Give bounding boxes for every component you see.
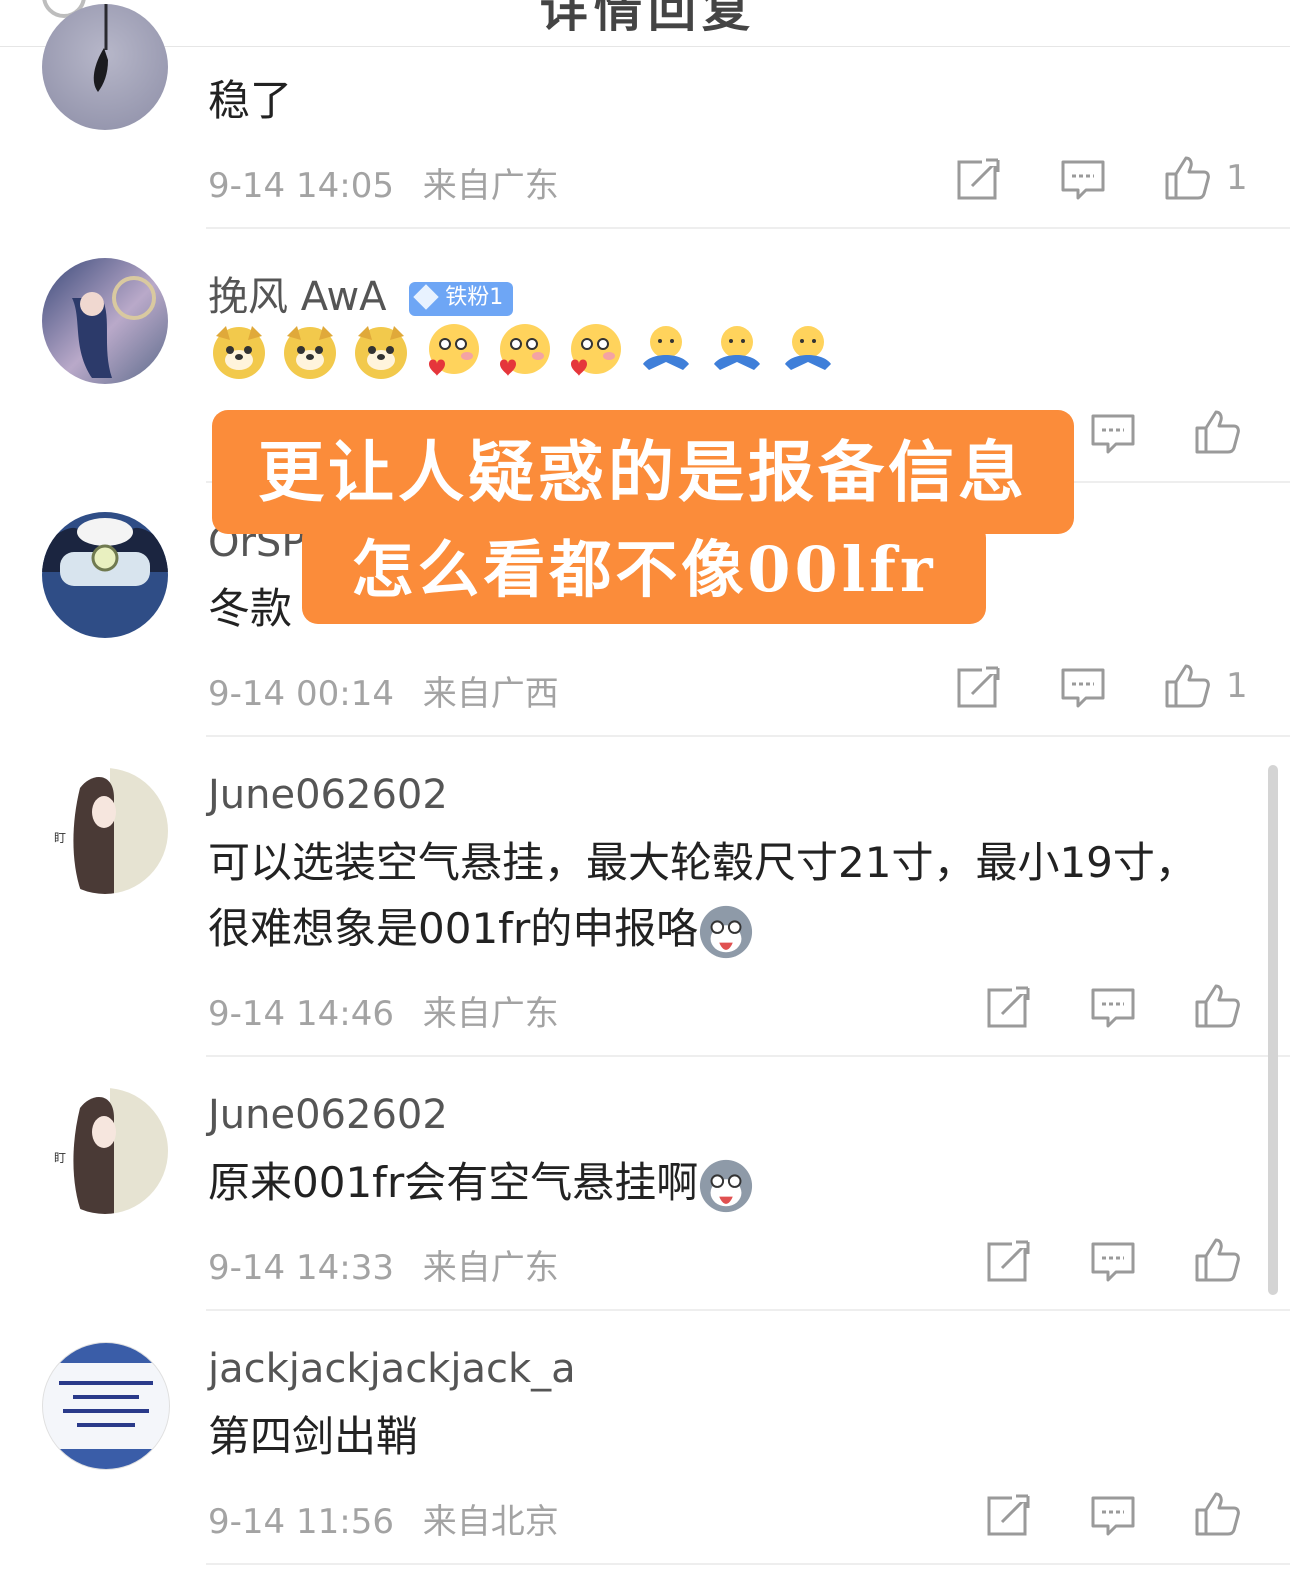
more-icon[interactable]: ⋯ bbox=[1204, 0, 1244, 18]
like-icon[interactable] bbox=[1164, 662, 1210, 708]
comment-location: 来自广东 bbox=[422, 166, 559, 206]
fan-badge: 铁粉1 bbox=[409, 282, 514, 316]
avatar-image bbox=[43, 1343, 169, 1469]
comment-icon[interactable] bbox=[1090, 984, 1136, 1030]
share-icon[interactable] bbox=[986, 1492, 1032, 1538]
comment-icon[interactable] bbox=[1090, 1492, 1136, 1538]
comment-text: 稳了 bbox=[208, 76, 293, 125]
comment-meta: 9-14 14:33 来自广东 bbox=[208, 1240, 559, 1289]
comment-text: 可以选装空气悬挂，最大轮毂尺寸21寸，最小19寸，很难想象是001fr的申报咯 bbox=[208, 830, 1218, 962]
comment-date: 9-14 14:46 bbox=[208, 994, 394, 1034]
caption-overlay-line2: 怎么看都不像00lfr bbox=[302, 522, 986, 624]
user-name[interactable]: jackjackjackjack_a bbox=[208, 1346, 576, 1392]
comment-icon[interactable] bbox=[1090, 410, 1136, 456]
comment-date: 9-14 00:14 bbox=[208, 674, 394, 714]
comment-meta: 9-14 11:56 来自北京 bbox=[208, 1494, 559, 1543]
avatar-image bbox=[93, 4, 108, 92]
like-icon[interactable] bbox=[1194, 982, 1240, 1028]
user-name[interactable]: June062602 bbox=[208, 1092, 448, 1138]
like-count: 1 bbox=[1226, 666, 1248, 706]
like-icon[interactable] bbox=[1194, 1490, 1240, 1536]
avatar[interactable] bbox=[42, 512, 168, 638]
avatar[interactable]: 盯 bbox=[42, 1088, 168, 1214]
share-icon[interactable] bbox=[956, 156, 1002, 202]
share-icon[interactable] bbox=[986, 1238, 1032, 1284]
like-icon[interactable] bbox=[1164, 154, 1210, 200]
like-count: 1 bbox=[1226, 158, 1248, 198]
hug-emoji-icon bbox=[784, 326, 831, 370]
comment-location: 来自广东 bbox=[422, 994, 559, 1034]
svg-text:盯: 盯 bbox=[54, 1151, 66, 1165]
svg-text:盯: 盯 bbox=[54, 831, 66, 845]
comment-location: 来自北京 bbox=[422, 1502, 559, 1542]
avatar-image: 盯 bbox=[54, 1088, 168, 1214]
comment-icon[interactable] bbox=[1090, 1238, 1136, 1284]
hug-emoji-icon bbox=[713, 326, 760, 370]
comment-meta: 9-14 14:46 来自广东 bbox=[208, 986, 559, 1035]
avatar[interactable] bbox=[42, 4, 168, 130]
divider bbox=[206, 1309, 1290, 1311]
doge-emoji-icon bbox=[213, 326, 265, 379]
share-icon[interactable] bbox=[956, 664, 1002, 710]
fan-badge-text: 铁粉1 bbox=[445, 285, 504, 310]
user-name-text: 挽风 AwA bbox=[208, 274, 387, 320]
doge-emoji-icon bbox=[355, 326, 408, 379]
comment-text: 第四剑出鞘 bbox=[208, 1412, 419, 1461]
avatar-image bbox=[42, 518, 168, 586]
comment-location: 来自广东 bbox=[422, 1248, 559, 1288]
page-title: 详情回复 bbox=[540, 0, 757, 38]
avatar[interactable] bbox=[42, 1342, 170, 1470]
diamond-icon bbox=[413, 284, 439, 310]
comment-text-content: 原来001fr会有空气悬挂啊 bbox=[208, 1158, 699, 1207]
emoji-row bbox=[210, 322, 845, 380]
blush-heart-emoji-icon bbox=[571, 324, 622, 376]
comment-meta: 9-14 14:05 来自广东 bbox=[208, 158, 559, 207]
comment-meta: 9-14 00:14 来自广西 bbox=[208, 666, 559, 715]
avatar[interactable] bbox=[42, 258, 168, 384]
like-icon[interactable] bbox=[1194, 408, 1240, 454]
comment-location: 来自广西 bbox=[422, 674, 559, 714]
blush-heart-emoji-icon bbox=[500, 324, 551, 376]
comment-icon[interactable] bbox=[1060, 156, 1106, 202]
husky-emoji-icon bbox=[700, 905, 753, 958]
scrollbar[interactable] bbox=[1268, 765, 1278, 1295]
share-icon[interactable] bbox=[986, 984, 1032, 1030]
comment-date: 9-14 14:33 bbox=[208, 1248, 394, 1288]
hug-emoji-icon bbox=[642, 326, 689, 370]
comment-text: 原来001fr会有空气悬挂啊 bbox=[208, 1150, 1208, 1216]
doge-emoji-icon bbox=[284, 326, 337, 379]
divider bbox=[206, 227, 1290, 229]
divider bbox=[206, 1563, 1290, 1565]
comment-date: 9-14 14:05 bbox=[208, 166, 394, 206]
divider bbox=[206, 735, 1290, 737]
user-name[interactable]: 挽风 AwA 铁粉1 bbox=[208, 264, 514, 322]
caption-overlay-line1: 更让人疑惑的是报备信息 bbox=[212, 410, 1074, 534]
husky-emoji-icon bbox=[700, 1159, 753, 1212]
comment-icon[interactable] bbox=[1060, 664, 1106, 710]
comment-date: 9-14 11:56 bbox=[208, 1502, 394, 1542]
blush-heart-emoji-icon bbox=[429, 324, 480, 376]
top-bar: 详情回复 ⋯ bbox=[0, 0, 1290, 47]
like-icon[interactable] bbox=[1194, 1236, 1240, 1282]
user-name[interactable]: June062602 bbox=[208, 772, 448, 818]
avatar-image: 盯 bbox=[54, 768, 168, 894]
divider bbox=[206, 1055, 1290, 1057]
avatar-image bbox=[72, 276, 156, 378]
avatar[interactable]: 盯 bbox=[42, 768, 168, 894]
